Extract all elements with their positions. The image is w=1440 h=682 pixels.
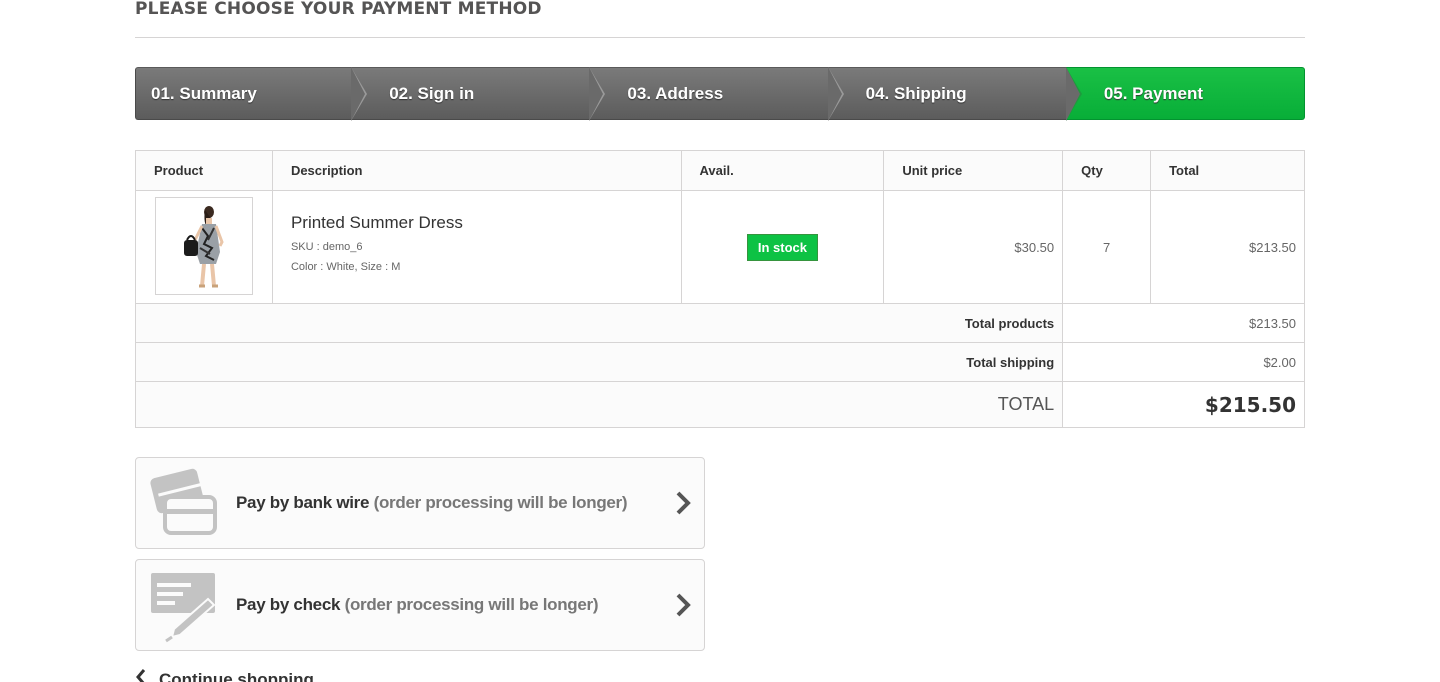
total-shipping-value: $2.00 bbox=[1062, 342, 1305, 382]
product-thumbnail[interactable] bbox=[154, 197, 253, 295]
step-payment: 05. Payment bbox=[1065, 67, 1306, 120]
continue-shopping-link[interactable]: Continue shopping bbox=[135, 668, 314, 682]
unit-price-cell: $30.50 bbox=[883, 190, 1064, 304]
step-label: 04. Shipping bbox=[865, 84, 967, 103]
grand-total-value: $215.50 bbox=[1062, 381, 1305, 428]
header-description: Description bbox=[271, 150, 682, 191]
step-sign-in[interactable]: 02. Sign in bbox=[351, 67, 606, 121]
table-header-row: Product Description Avail. Unit price Qt… bbox=[135, 150, 1305, 191]
pay-method-label: Pay by bank wire bbox=[236, 493, 370, 512]
status-badge: In stock bbox=[746, 233, 818, 261]
dress-product-thumbnail-icon bbox=[183, 206, 224, 288]
total-products-value: $213.50 bbox=[1062, 303, 1305, 343]
total-products-row: Total products $213.50 bbox=[134, 303, 1305, 343]
availability-cell: In stock bbox=[680, 190, 885, 304]
chevron-right-icon bbox=[676, 593, 691, 617]
pay-option-text: Pay by check (order processing will be l… bbox=[236, 595, 599, 615]
total-shipping-row: Total shipping $2.00 bbox=[134, 342, 1305, 382]
step-label: 05. Payment bbox=[1103, 84, 1204, 103]
step-summary[interactable]: 01. Summary bbox=[135, 67, 368, 121]
step-label: 01. Summary bbox=[151, 84, 257, 103]
pay-method-note: (order processing will be longer) bbox=[373, 493, 628, 512]
pay-by-check-option[interactable]: Pay by check (order processing will be l… bbox=[135, 559, 705, 651]
checkout-steps: 01. Summary 02. Sign in 03. Address 04. … bbox=[135, 67, 1306, 121]
pay-option-text: Pay by bank wire (order processing will … bbox=[236, 493, 628, 513]
product-image-cell bbox=[135, 190, 273, 304]
line-total-cell: $213.50 bbox=[1150, 190, 1305, 304]
grand-total-label: TOTAL bbox=[134, 381, 1064, 428]
pay-by-bank-wire-option[interactable]: Pay by bank wire (order processing will … bbox=[135, 457, 705, 549]
header-avail: Avail. bbox=[680, 150, 885, 191]
qty-cell: 7 bbox=[1062, 190, 1152, 304]
product-sku: SKU : demo_6 bbox=[290, 241, 363, 253]
product-name-link[interactable]: Printed Summer Dress bbox=[291, 213, 681, 233]
pay-method-label: Pay by check bbox=[236, 595, 341, 614]
total-products-label: Total products bbox=[134, 303, 1064, 343]
bank-card-icon bbox=[136, 457, 236, 549]
step-address[interactable]: 03. Address bbox=[589, 67, 844, 121]
check-pen-icon bbox=[136, 559, 236, 651]
product-attributes-link[interactable]: Color : White, Size : M bbox=[291, 261, 681, 273]
chevron-right-icon bbox=[676, 491, 691, 515]
total-shipping-label: Total shipping bbox=[134, 342, 1064, 382]
header-qty: Qty bbox=[1062, 150, 1152, 191]
step-label: 03. Address bbox=[627, 84, 724, 103]
cart-summary-table: Product Description Avail. Unit price Qt… bbox=[134, 150, 1305, 428]
pay-method-note: (order processing will be longer) bbox=[344, 595, 599, 614]
chevron-left-icon bbox=[135, 668, 147, 682]
header-total: Total bbox=[1150, 150, 1305, 191]
step-label: 02. Sign in bbox=[389, 84, 475, 103]
header-product: Product bbox=[135, 150, 273, 191]
table-row: Printed Summer Dress SKU : demo_6 Color … bbox=[135, 190, 1305, 304]
continue-shopping-label: Continue shopping bbox=[159, 669, 314, 682]
grand-total-row: TOTAL $215.50 bbox=[134, 381, 1305, 428]
page-heading: Please choose your payment method bbox=[135, 0, 1305, 38]
product-description-cell: Printed Summer Dress SKU : demo_6 Color … bbox=[271, 190, 682, 304]
step-shipping[interactable]: 04. Shipping bbox=[827, 67, 1082, 121]
header-unit-price: Unit price bbox=[883, 150, 1064, 191]
